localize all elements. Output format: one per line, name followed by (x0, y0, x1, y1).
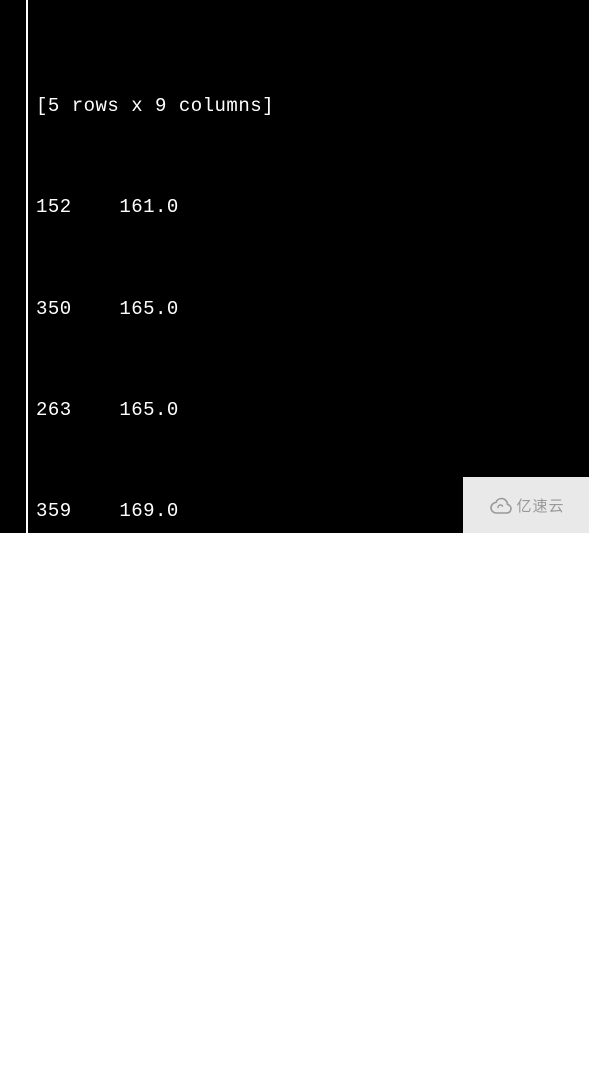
data-row: 152 161.0 (36, 191, 589, 225)
data-row: 286 170.0 (36, 597, 589, 631)
data-row: 263 165.0 (36, 394, 589, 428)
data-row: 350 165.0 (36, 293, 589, 327)
cloud-icon (487, 496, 513, 514)
watermark-text: 亿速云 (516, 495, 564, 516)
data-row: 302 290.0 (36, 1003, 589, 1037)
terminal-window[interactable]: [5 rows x 9 columns] 152 161.0 350 165.0… (0, 0, 589, 533)
data-row: 330 289.0 (36, 901, 589, 935)
data-row: 395 280.0 (36, 800, 589, 834)
dataframe-shape-line: [5 rows x 9 columns] (36, 90, 589, 124)
terminal-border (26, 0, 28, 533)
watermark: 亿速云 (463, 477, 589, 533)
terminal-output: [5 rows x 9 columns] 152 161.0 350 165.0… (0, 0, 589, 1066)
ellipsis-line: ... (36, 698, 589, 732)
